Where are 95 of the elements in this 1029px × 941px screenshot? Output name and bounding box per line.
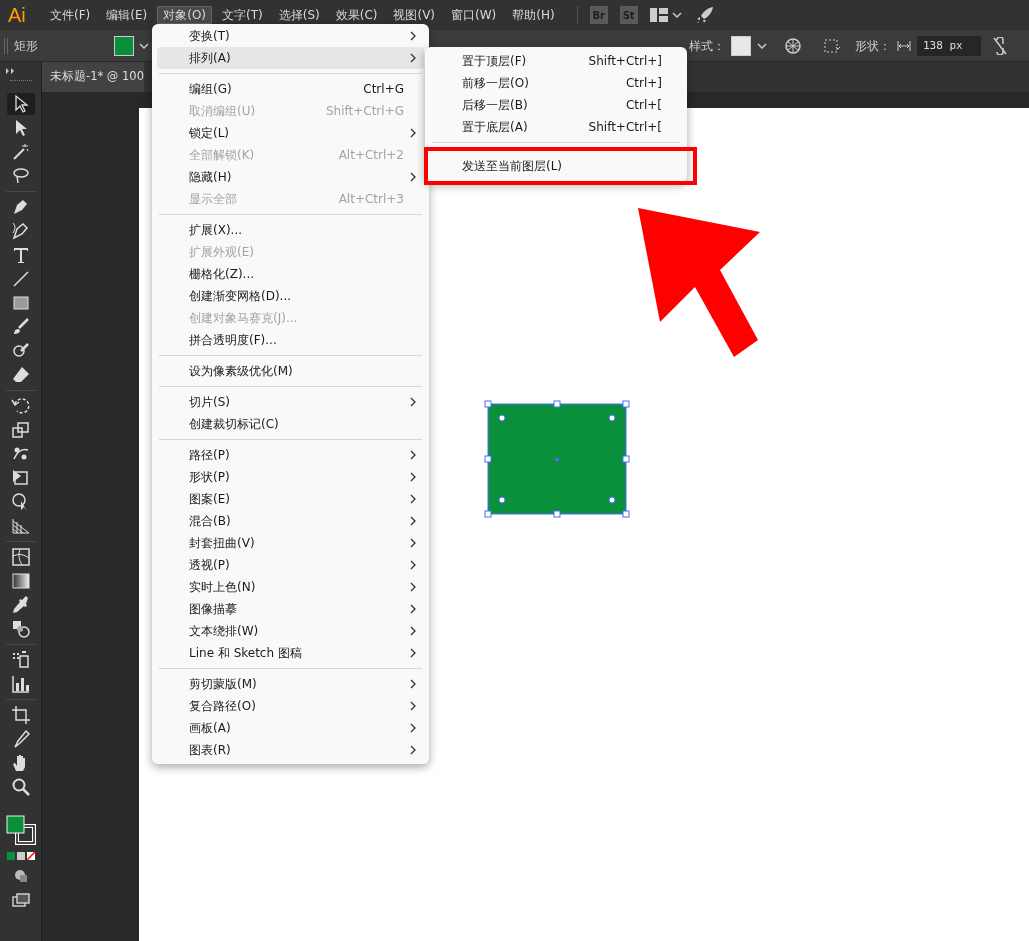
menu-item[interactable]: 剪切蒙版(M) [157,673,424,695]
menu-item[interactable]: 实时上色(N) [157,576,424,598]
menu-item[interactable]: 文件(F) [44,6,97,24]
menu-item[interactable]: 发送至当前图层(L) [430,155,682,177]
menu-item[interactable]: 隐藏(H) [157,166,424,188]
eyedropper-icon[interactable] [10,595,31,615]
chevron-right-icon [410,472,416,482]
menu-item[interactable]: 栅格化(Z)... [157,263,424,285]
menu-item[interactable]: 图像描摹 [157,598,424,620]
draw-mode-icon[interactable] [13,869,28,883]
curvature-pen-icon[interactable] [10,221,31,241]
chevron-right-icon [410,538,416,548]
chevron-right-icon [410,494,416,504]
zoom-icon[interactable] [10,777,31,797]
color-mode-icon[interactable] [5,851,36,861]
menu-item[interactable]: 拼合透明度(F)... [157,329,424,351]
menu-item[interactable]: 扩展(X)... [157,219,424,241]
width-icon [897,40,911,51]
symbol-sprayer-icon[interactable] [10,650,31,670]
menu-item[interactable]: 置于底层(A) Shift+Ctrl+[ [430,116,682,138]
menu-item[interactable]: 文字(T) [216,6,269,24]
chevron-right-icon [410,582,416,592]
chevron-right-icon [410,604,416,614]
transform-icon[interactable] [823,37,841,54]
menu-item[interactable]: 图案(E) [157,488,424,510]
menu-item[interactable]: 创建裁切标记(C) [157,413,424,435]
shape-label: 形状： [855,37,891,55]
menu-item[interactable]: 切片(S) [157,391,424,413]
gradient-icon[interactable] [10,571,31,591]
panel-collapse-icon[interactable] [5,68,16,74]
menu-item[interactable]: 置于顶层(F) Shift+Ctrl+] [430,50,682,72]
chevron-right-icon [410,626,416,636]
chevron-right-icon [410,723,416,733]
chevron-right-icon [410,172,416,182]
style-swatch[interactable] [731,35,751,56]
rotate-icon[interactable] [10,396,31,416]
menu-item[interactable]: 设为像素级优化(M) [157,360,424,382]
chevron-right-icon [410,745,416,755]
menu-item[interactable]: 透视(P) [157,554,424,576]
menu-item[interactable]: 路径(P) [157,444,424,466]
menu-item[interactable]: 形状(P) [157,466,424,488]
column-graph-icon[interactable] [10,674,31,694]
menu-item[interactable]: 复合路径(O) [157,695,424,717]
menu-item[interactable]: 创建渐变网格(D)... [157,285,424,307]
menu-item[interactable]: 视图(V) [387,6,442,24]
scale-icon[interactable] [10,420,31,440]
menu-item[interactable]: 锁定(L) [157,122,424,144]
chevron-right-icon [410,516,416,526]
app-logo[interactable]: Ai [8,0,38,30]
menu-item[interactable]: Line 和 Sketch 图稿 [157,642,424,664]
grip-icon [4,37,8,54]
free-transform-icon[interactable] [10,468,31,488]
menu-item[interactable]: 封套扭曲(V) [157,532,424,554]
menu-item[interactable]: 窗口(W) [445,6,503,24]
chevron-right-icon [410,560,416,570]
document-tab[interactable]: 未标题-1* @ 100 [42,62,144,92]
menu-item[interactable]: 效果(C) [329,6,384,24]
menu-item[interactable]: 图表(R) [157,739,424,761]
screen-mode-icon[interactable] [11,893,30,907]
chevron-right-icon [410,128,416,138]
style-label: 样式： [689,37,725,55]
menu-item[interactable]: 排列(A) [157,47,424,69]
blend-icon[interactable] [10,619,31,639]
menu-item[interactable]: 对象(O) [157,6,213,24]
menu-item[interactable]: 变换(T) [157,25,424,47]
menu-item[interactable]: 文本绕排(W) [157,620,424,642]
rocket-icon[interactable] [695,6,714,24]
rectangle-icon[interactable] [10,293,31,313]
lasso-icon[interactable] [10,166,31,186]
fill-stroke-icon[interactable] [5,815,36,845]
menu-item[interactable]: 选择(S) [272,6,326,24]
menu-item[interactable]: 前移一层(O) Ctrl+] [430,72,682,94]
mesh-icon[interactable] [10,547,31,567]
chevron-right-icon [410,450,416,460]
fill-swatch[interactable] [114,35,134,56]
chevron-right-icon [410,648,416,658]
caret-icon[interactable] [671,11,682,19]
tool-name: 矩形 [14,37,38,55]
menu-item[interactable]: 混合(B) [157,510,424,532]
width-field[interactable]: 138 px [917,35,981,56]
chevron-right-icon [410,397,416,407]
menu-item[interactable]: 编组(G) Ctrl+G [157,78,424,100]
perspective-grid-icon[interactable] [10,516,31,536]
chevron-right-icon [410,679,416,689]
eraser-icon[interactable] [10,365,31,385]
menu-item[interactable]: 帮助(H) [506,6,561,24]
menu-item[interactable]: 编辑(E) [100,6,154,24]
chevron-right-icon [410,31,416,41]
menu-item[interactable]: 后移一层(B) Ctrl+[ [430,94,682,116]
caret-icon[interactable] [757,41,767,50]
caret-icon[interactable] [139,41,149,50]
chevron-right-icon [410,701,416,711]
workspace-layout-icon[interactable] [649,8,668,22]
menu-item[interactable]: 画板(A) [157,717,424,739]
chevron-right-icon [410,53,416,63]
